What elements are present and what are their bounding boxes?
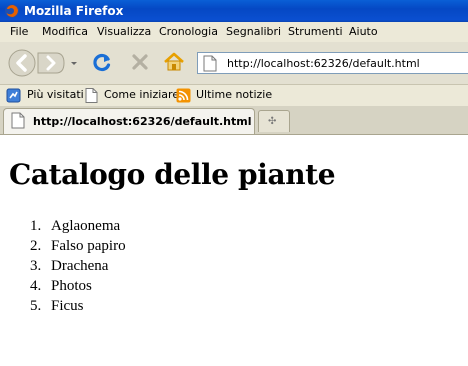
list-item-number: 3. xyxy=(30,258,42,274)
address-bar[interactable]: http://localhost:62326/default.html xyxy=(197,52,468,74)
back-button[interactable] xyxy=(7,49,39,77)
most-visited-icon xyxy=(6,88,21,103)
list-item: Ficus xyxy=(51,298,84,314)
new-tab-icon[interactable]: ✣ xyxy=(268,116,276,127)
list-item-number: 4. xyxy=(30,278,42,294)
bookmark-ultime-notizie[interactable]: Ultime notizie xyxy=(196,88,272,101)
list-item-number: 2. xyxy=(30,238,42,254)
list-item: Falso papiro xyxy=(51,238,126,254)
list-item: Drachena xyxy=(51,258,109,274)
list-item: Aglaonema xyxy=(51,218,121,234)
tab-label[interactable]: http://localhost:62326/default.html xyxy=(33,115,251,128)
stop-icon[interactable] xyxy=(129,51,151,73)
url-text[interactable]: http://localhost:62326/default.html xyxy=(227,57,420,70)
home-icon[interactable] xyxy=(163,51,185,73)
menu-modifica[interactable]: Modifica xyxy=(42,25,88,38)
menu-segnalibri[interactable]: Segnalibri xyxy=(226,25,281,38)
bookmark-piu-visitati[interactable]: Più visitati xyxy=(27,88,84,101)
history-dropdown-icon[interactable] xyxy=(68,52,80,74)
page-icon xyxy=(11,112,25,129)
browser-window: Mozilla Firefox File Modifica Visualizza… xyxy=(0,0,468,366)
firefox-logo-icon xyxy=(5,4,19,18)
forward-button[interactable] xyxy=(36,52,66,74)
menu-file[interactable]: File xyxy=(10,25,28,38)
page-icon xyxy=(203,55,217,72)
bookmark-come-iniziare[interactable]: Come iniziare xyxy=(104,88,179,101)
title-bar: Mozilla Firefox xyxy=(0,0,468,22)
list-item-number: 1. xyxy=(30,218,42,234)
rss-feed-icon xyxy=(176,88,191,103)
menu-strumenti[interactable]: Strumenti xyxy=(288,25,343,38)
window-title: Mozilla Firefox xyxy=(24,4,124,18)
page-icon xyxy=(85,88,98,103)
list-item-number: 5. xyxy=(30,298,42,314)
menu-aiuto[interactable]: Aiuto xyxy=(349,25,378,38)
menu-bar: File Modifica Visualizza Cronologia Segn… xyxy=(0,22,468,42)
page-heading: Catalogo delle piante xyxy=(9,158,336,191)
reload-icon[interactable] xyxy=(91,51,113,73)
menu-cronologia[interactable]: Cronologia xyxy=(159,25,218,38)
menu-visualizza[interactable]: Visualizza xyxy=(97,25,151,38)
list-item: Photos xyxy=(51,278,92,294)
